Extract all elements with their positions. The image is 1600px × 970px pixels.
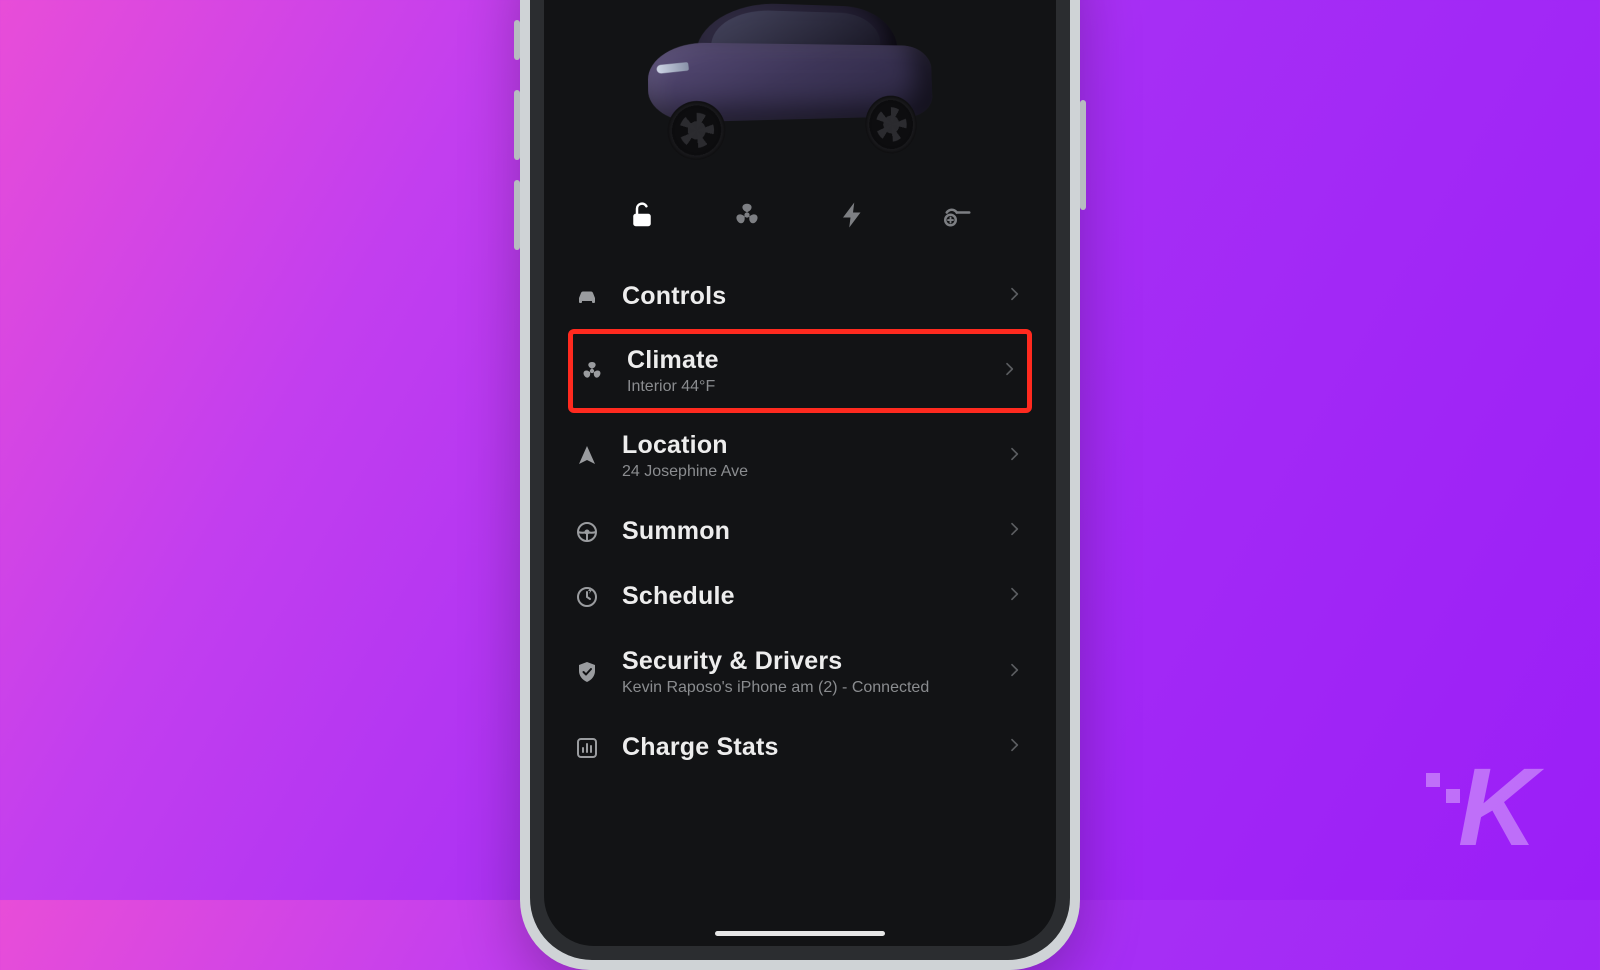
clock-bolt-icon <box>572 585 602 609</box>
quick-action-lock[interactable] <box>615 192 669 238</box>
svg-text:K: K <box>1458 746 1545 855</box>
nav-arrow-icon <box>572 444 602 468</box>
chevron-right-icon <box>1008 446 1024 467</box>
quick-action-charge[interactable] <box>826 192 880 238</box>
charge-port-icon <box>943 200 973 230</box>
quick-actions-row <box>544 184 1056 264</box>
chevron-right-icon <box>1003 361 1019 382</box>
phone-frame: Controls Climate Interior 44°F Location … <box>520 0 1080 970</box>
vehicle-image <box>544 0 1056 184</box>
app-screen: Controls Climate Interior 44°F Location … <box>544 0 1056 946</box>
fan-icon <box>577 359 607 383</box>
home-indicator[interactable] <box>715 931 885 936</box>
steering-wheel-icon <box>572 520 602 544</box>
chevron-right-icon <box>1008 586 1024 607</box>
lightning-icon <box>838 200 868 230</box>
menu-row-schedule[interactable]: Schedule <box>568 564 1032 629</box>
quick-action-port[interactable] <box>931 192 985 238</box>
car-front-icon <box>572 285 602 309</box>
menu-row-climate[interactable]: Climate Interior 44°F <box>568 329 1032 413</box>
shield-check-icon <box>572 660 602 684</box>
chevron-right-icon <box>1008 521 1024 542</box>
menu-title: Summon <box>622 517 988 546</box>
menu-row-location[interactable]: Location 24 Josephine Ave <box>568 413 1032 499</box>
menu-subtitle: 24 Josephine Ave <box>622 463 988 481</box>
menu-list: Controls Climate Interior 44°F Location … <box>544 264 1056 780</box>
menu-title: Climate <box>627 346 983 375</box>
watermark-logo: K <box>1420 735 1560 860</box>
menu-subtitle: Kevin Raposo's iPhone am (2) - Connected <box>622 679 988 697</box>
unlock-icon <box>627 200 657 230</box>
chevron-right-icon <box>1008 286 1024 307</box>
chevron-right-icon <box>1008 737 1024 758</box>
phone-mute-switch <box>514 20 520 60</box>
menu-subtitle: Interior 44°F <box>627 378 983 396</box>
menu-row-charge-stats[interactable]: Charge Stats <box>568 715 1032 780</box>
menu-title: Location <box>622 431 988 460</box>
fan-icon <box>732 200 762 230</box>
menu-title: Charge Stats <box>622 733 988 762</box>
menu-row-summon[interactable]: Summon <box>568 499 1032 564</box>
bar-chart-icon <box>572 736 602 760</box>
menu-title: Security & Drivers <box>622 647 988 676</box>
menu-title: Schedule <box>622 582 988 611</box>
menu-row-controls[interactable]: Controls <box>568 264 1032 329</box>
menu-row-security[interactable]: Security & Drivers Kevin Raposo's iPhone… <box>568 629 1032 715</box>
menu-title: Controls <box>622 282 988 311</box>
phone-volume-up <box>514 90 520 160</box>
quick-action-climate[interactable] <box>720 192 774 238</box>
phone-volume-down <box>514 180 520 250</box>
chevron-right-icon <box>1008 662 1024 683</box>
phone-power-button <box>1080 100 1086 210</box>
